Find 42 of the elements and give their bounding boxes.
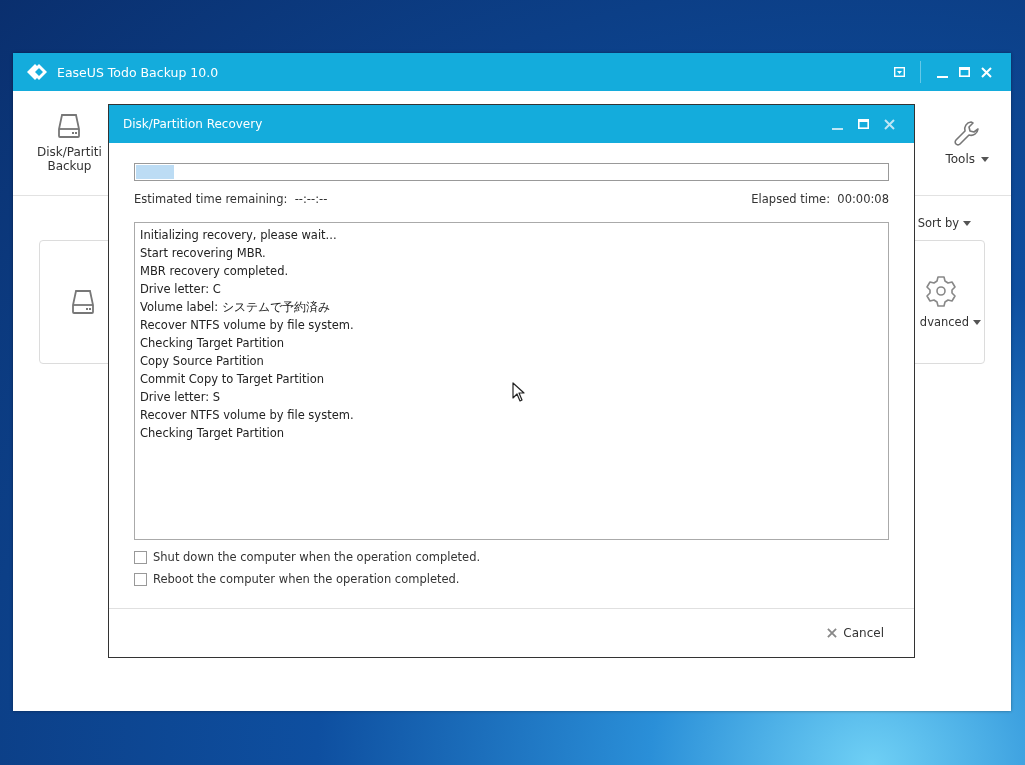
cancel-button[interactable]: Cancel <box>825 624 886 642</box>
close-icon <box>883 118 895 130</box>
log-line: Drive letter: C <box>140 281 221 298</box>
log-line: MBR recovery completed. <box>140 263 289 280</box>
maximize-icon <box>958 67 970 77</box>
close-icon <box>827 628 838 638</box>
wrench-icon <box>954 120 981 146</box>
app-logo-icon <box>27 64 47 80</box>
hard-drive-icon <box>58 113 81 139</box>
log-line: Volume label: システムで予約済み <box>140 299 330 316</box>
minimize-icon <box>831 127 843 130</box>
tools-button[interactable]: Tools <box>941 116 993 170</box>
log-line: Checking Target Partition <box>140 425 284 442</box>
dialog-title: Disk/Partition Recovery <box>123 117 264 131</box>
checkbox[interactable] <box>134 572 147 586</box>
advanced-dropdown[interactable]: dvanced <box>919 315 981 329</box>
hard-drive-icon <box>72 289 94 315</box>
elapsed-time-text: Elapsed time: 00:00:08 <box>751 192 889 206</box>
window-title: EaseUS Todo Backup 10.0 <box>57 64 220 80</box>
maximize-icon <box>857 119 869 129</box>
log-line: Copy Source Partition <box>140 353 264 370</box>
log-line: Commit Copy to Target Partition <box>140 371 325 388</box>
log-line: Checking Target Partition <box>140 335 284 352</box>
caret-icon <box>973 319 981 325</box>
log-line: Drive letter: S <box>140 389 221 406</box>
caret-icon <box>963 220 971 226</box>
option-label: Shut down the computer when the operation completed. <box>153 550 481 564</box>
close-icon <box>980 66 992 78</box>
log-line: Recover NTFS volume by file system. <box>140 317 354 334</box>
sort-by-dropdown[interactable]: Sort by <box>917 216 971 230</box>
mouse-cursor-icon <box>512 382 526 402</box>
log-line: Start recovering MBR. <box>140 245 266 262</box>
log-line: Initializing recovery, please wait... <box>140 227 337 244</box>
dropdown-box-icon <box>893 67 905 77</box>
estimated-time-text: Estimated time remaining: --:--:-- <box>134 192 328 206</box>
backup-tool-button[interactable]: Disk/Partiti Backup <box>33 109 106 177</box>
caret-icon <box>981 156 989 162</box>
option-label: Reboot the computer when the operation completed. <box>153 572 460 586</box>
minimize-icon <box>936 75 948 78</box>
checkbox[interactable] <box>134 550 147 564</box>
gear-icon <box>925 275 957 307</box>
log-line: Recover NTFS volume by file system. <box>140 407 354 424</box>
